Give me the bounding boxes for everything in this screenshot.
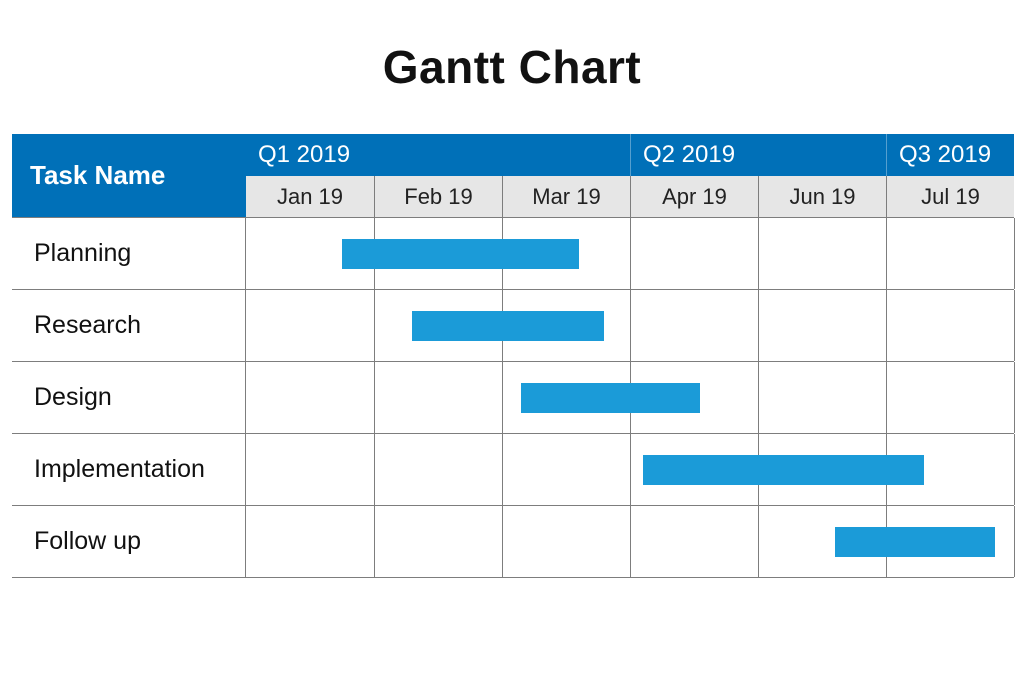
chart-title: Gantt Chart: [12, 40, 1012, 94]
task-label: Design: [12, 362, 246, 433]
task-label: Implementation: [12, 434, 246, 505]
quarter-q1: Q1 2019: [246, 134, 630, 176]
task-track: [246, 506, 1014, 577]
task-name-header: Task Name: [12, 134, 246, 218]
month-cell: Jan 19: [246, 176, 374, 218]
grid-column: [502, 434, 631, 505]
timeline-header: Q1 2019 Q2 2019 Q3 2019 Jan 19 Feb 19 Ma…: [246, 134, 1014, 218]
quarter-q3: Q3 2019: [886, 134, 1014, 176]
task-track: [246, 434, 1014, 505]
task-row: Follow up: [12, 506, 1014, 578]
task-row: Design: [12, 362, 1014, 434]
grid-column: [502, 506, 631, 577]
task-row: Research: [12, 290, 1014, 362]
task-track: [246, 218, 1014, 289]
task-bar: [643, 455, 925, 485]
quarter-q2: Q2 2019: [630, 134, 886, 176]
grid-column: [886, 218, 1015, 289]
grid-column: [630, 290, 759, 361]
grid-column: [374, 362, 503, 433]
grid-column: [630, 218, 759, 289]
task-bar: [521, 383, 700, 413]
task-row: Planning: [12, 218, 1014, 290]
grid-column: [374, 506, 503, 577]
grid-column: [758, 290, 887, 361]
task-track: [246, 290, 1014, 361]
month-cell: Apr 19: [630, 176, 758, 218]
grid-column: [246, 506, 375, 577]
task-label: Research: [12, 290, 246, 361]
gantt-body: PlanningResearchDesignImplementationFoll…: [12, 218, 1014, 578]
task-row: Implementation: [12, 434, 1014, 506]
grid-column: [758, 218, 887, 289]
grid-column: [246, 434, 375, 505]
gantt-chart: Task Name Q1 2019 Q2 2019 Q3 2019 Jan 19…: [12, 134, 1014, 578]
task-track: [246, 362, 1014, 433]
month-cell: Jun 19: [758, 176, 886, 218]
month-row: Jan 19 Feb 19 Mar 19 Apr 19 Jun 19 Jul 1…: [246, 176, 1014, 218]
task-bar: [342, 239, 579, 269]
month-cell: Jul 19: [886, 176, 1014, 218]
grid-column: [374, 434, 503, 505]
grid-column: [886, 362, 1015, 433]
grid-column: [886, 290, 1015, 361]
grid-column: [758, 362, 887, 433]
task-bar: [412, 311, 604, 341]
grid-column: [630, 506, 759, 577]
quarter-row: Q1 2019 Q2 2019 Q3 2019: [246, 134, 1014, 176]
gantt-header: Task Name Q1 2019 Q2 2019 Q3 2019 Jan 19…: [12, 134, 1014, 218]
month-cell: Feb 19: [374, 176, 502, 218]
grid-column: [246, 362, 375, 433]
task-label: Planning: [12, 218, 246, 289]
month-cell: Mar 19: [502, 176, 630, 218]
grid-column: [246, 290, 375, 361]
task-label: Follow up: [12, 506, 246, 577]
task-bar: [835, 527, 995, 557]
